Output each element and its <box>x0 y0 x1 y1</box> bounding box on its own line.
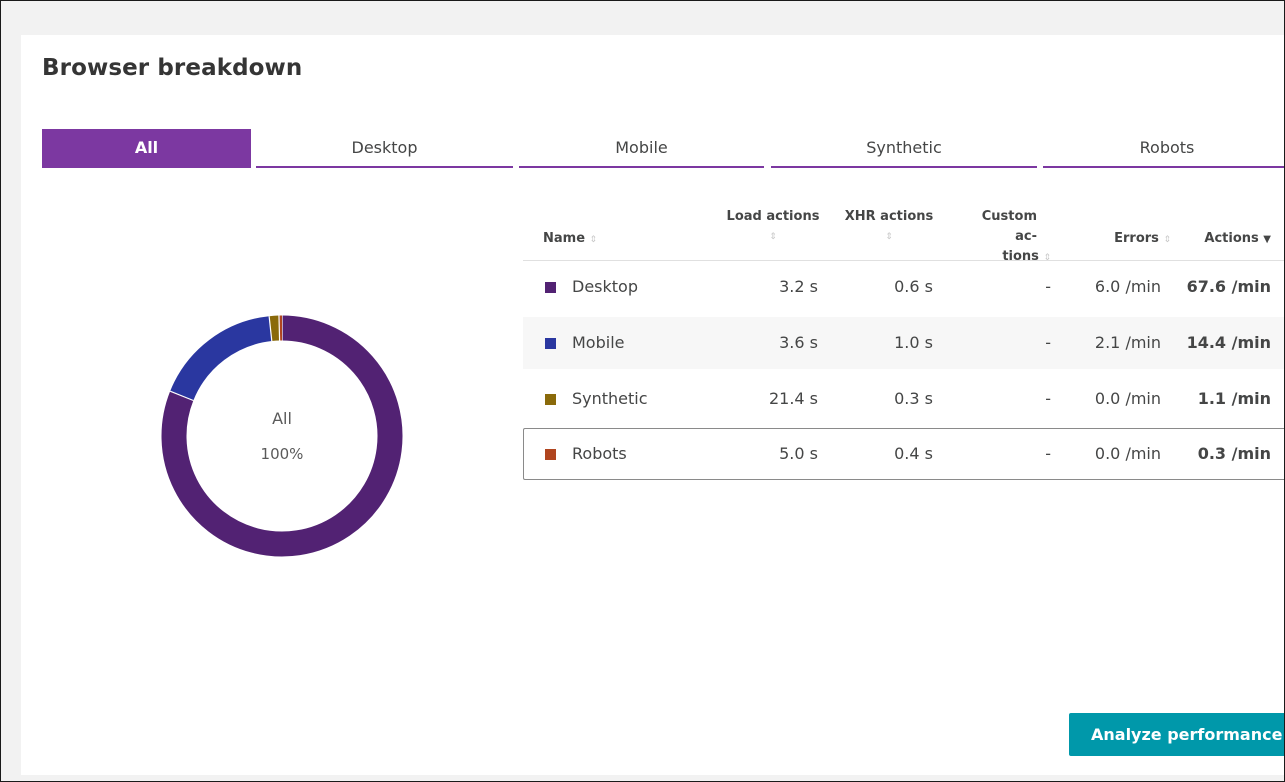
column-header-actions-label: Actions <box>1204 231 1259 246</box>
tab-mobile[interactable]: Mobile <box>519 129 764 168</box>
row-load-actions: 21.4 s <box>768 389 818 408</box>
row-errors: 6.0 /min <box>1094 277 1161 296</box>
row-actions: 1.1 /min <box>1197 389 1271 408</box>
tab-synthetic[interactable]: Synthetic <box>771 129 1037 168</box>
row-errors: 0.0 /min <box>1094 444 1161 463</box>
legend-swatch <box>545 449 556 460</box>
column-header-custom-label-1: Custom ac- <box>981 209 1037 244</box>
row-name: Desktop <box>572 277 638 296</box>
row-xhr-actions: 1.0 s <box>894 333 933 352</box>
donut-segment-synthetic[interactable] <box>269 315 280 342</box>
row-custom-actions: - <box>1045 333 1051 352</box>
row-custom-actions: - <box>1045 389 1051 408</box>
table-row[interactable]: Mobile 3.6 s 1.0 s - 2.1 /min 14.4 /min <box>523 317 1284 369</box>
legend-swatch <box>545 394 556 405</box>
donut-separator <box>278 315 281 341</box>
sort-icon: ⇕ <box>769 232 777 242</box>
sort-descending-icon: ▼ <box>1263 234 1271 245</box>
column-header-actions[interactable]: Actions ▼ <box>1181 229 1271 250</box>
column-header-errors-label: Errors <box>1114 231 1159 246</box>
column-header-load-actions[interactable]: Load actions ⇕ <box>721 207 825 247</box>
column-header-load-label: Load actions <box>726 209 820 224</box>
row-load-actions: 3.2 s <box>779 277 818 296</box>
row-load-actions: 5.0 s <box>779 444 818 463</box>
table-row[interactable]: Synthetic 21.4 s 0.3 s - 0.0 /min 1.1 /m… <box>523 373 1284 425</box>
row-name: Robots <box>572 444 627 463</box>
sort-icon: ⇕ <box>1163 235 1171 245</box>
row-name: Mobile <box>572 333 625 352</box>
column-header-errors[interactable]: Errors ⇕ <box>1081 229 1171 250</box>
browser-breakdown-card: Browser breakdown All Desktop Mobile Syn… <box>21 35 1284 775</box>
donut-segment-mobile[interactable] <box>170 316 273 401</box>
table-row[interactable]: Desktop 3.2 s 0.6 s - 6.0 /min 67.6 /min <box>523 261 1284 313</box>
row-actions: 14.4 /min <box>1186 333 1271 352</box>
card-title: Browser breakdown <box>42 55 303 81</box>
sort-icon: ⇕ <box>589 235 598 245</box>
row-load-actions: 3.6 s <box>779 333 818 352</box>
analyze-performance-button[interactable]: Analyze performance <box>1069 713 1284 756</box>
window-frame: Browser breakdown All Desktop Mobile Syn… <box>0 0 1285 782</box>
row-actions: 67.6 /min <box>1186 277 1271 296</box>
column-header-name[interactable]: Name ⇕ <box>543 229 597 250</box>
tab-robots[interactable]: Robots <box>1043 129 1284 168</box>
donut-center-value: 100% <box>260 445 304 463</box>
donut-center-label: All <box>272 409 292 428</box>
row-errors: 2.1 /min <box>1094 333 1161 352</box>
row-name: Synthetic <box>572 389 648 408</box>
column-header-xhr-label: XHR actions <box>844 209 934 224</box>
row-custom-actions: - <box>1045 277 1051 296</box>
row-actions: 0.3 /min <box>1197 444 1271 463</box>
column-header-xhr-actions[interactable]: XHR actions ⇕ <box>837 207 941 247</box>
column-header-name-label: Name <box>543 231 586 246</box>
browser-donut-chart[interactable] <box>161 315 403 557</box>
column-header-custom-actions[interactable]: Custom ac- tions ⇕ <box>959 207 1051 268</box>
sort-icon: ⇕ <box>885 232 893 242</box>
tab-desktop[interactable]: Desktop <box>256 129 513 168</box>
row-xhr-actions: 0.6 s <box>894 277 933 296</box>
row-xhr-actions: 0.4 s <box>894 444 933 463</box>
table-row-selected[interactable]: Robots 5.0 s 0.4 s - 0.0 /min 0.3 /min <box>523 428 1284 480</box>
legend-swatch <box>545 282 556 293</box>
row-xhr-actions: 0.3 s <box>894 389 933 408</box>
row-custom-actions: - <box>1045 444 1051 463</box>
legend-swatch <box>545 338 556 349</box>
row-errors: 0.0 /min <box>1094 389 1161 408</box>
tab-all[interactable]: All <box>42 129 251 168</box>
